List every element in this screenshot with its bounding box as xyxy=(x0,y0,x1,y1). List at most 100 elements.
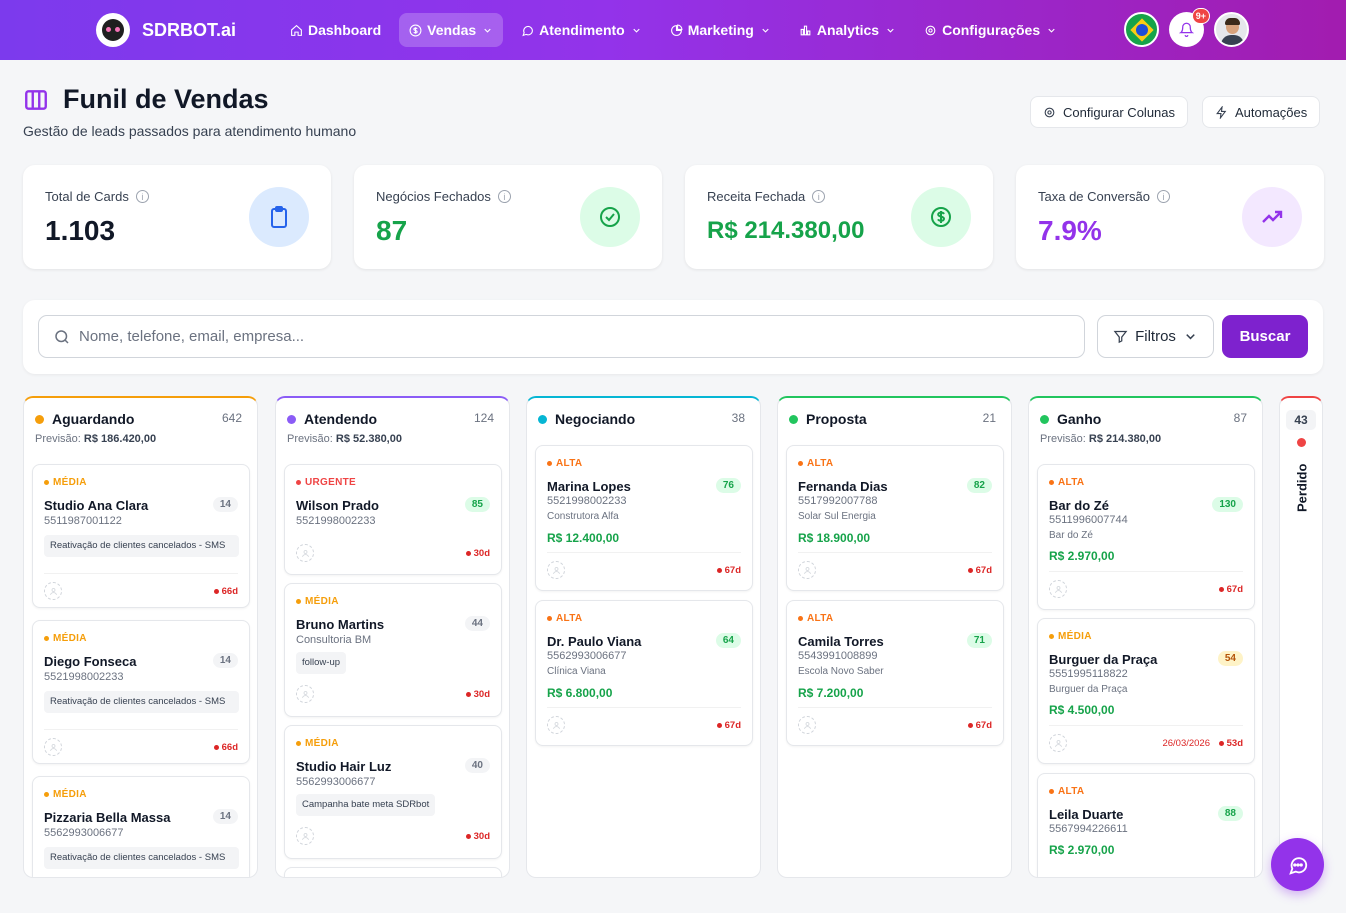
nav-configuracoes[interactable]: Configurações xyxy=(914,13,1067,47)
lead-card[interactable] xyxy=(284,867,502,877)
assign-user-icon[interactable] xyxy=(798,716,816,734)
priority-badge: ALTA xyxy=(1049,477,1084,488)
lead-phone: 5562993006677 xyxy=(296,776,376,788)
lead-card[interactable]: MÉDIA Burguer da Praça 5551995118822 Bur… xyxy=(1037,618,1255,764)
nav-dashboard[interactable]: Dashboard xyxy=(280,13,391,47)
column-count: 124 xyxy=(473,411,494,425)
assign-user-icon[interactable] xyxy=(44,582,62,600)
assign-user-icon[interactable] xyxy=(547,561,565,579)
assign-user-icon[interactable] xyxy=(798,561,816,579)
stat-card-total: Total de Cards i 1.103 xyxy=(23,165,331,269)
page-title: Funil de Vendas xyxy=(23,84,356,115)
brazil-flag-icon[interactable] xyxy=(1124,12,1159,47)
lead-card[interactable]: ALTA Dr. Paulo Viana 5562993006677 Clíni… xyxy=(535,600,753,746)
nav-atendimento[interactable]: Atendimento xyxy=(511,13,652,47)
lead-card[interactable]: ALTA Bar do Zé 5511996007744 Bar do Zé R… xyxy=(1037,464,1255,610)
info-icon[interactable]: i xyxy=(812,190,826,203)
lead-company: Burguer da Praça xyxy=(1049,684,1128,695)
column-header: Atendendo xyxy=(287,411,377,427)
info-icon[interactable]: i xyxy=(1157,190,1171,203)
forecast-label: Previsão: xyxy=(1040,433,1086,445)
lead-phone: 5521998002233 xyxy=(296,515,376,527)
assign-user-icon[interactable] xyxy=(547,716,565,734)
lead-card[interactable]: ALTA Camila Torres 5543991008899 Escola … xyxy=(786,600,1004,746)
lead-card[interactable]: MÉDIA Pizzaria Bella Massa 5562993006677… xyxy=(32,776,250,877)
status-dot xyxy=(1297,438,1306,447)
lead-card[interactable]: ALTA Fernanda Dias 5517992007788 Solar S… xyxy=(786,445,1004,591)
lead-phone: 5567994226611 xyxy=(1049,823,1128,835)
bell-icon xyxy=(1179,22,1194,37)
lead-phone: 5543991008899 xyxy=(798,650,878,662)
priority-badge: MÉDIA xyxy=(296,738,339,749)
column-forecast: Previsão: R$ 186.420,00 xyxy=(35,433,156,445)
search-button[interactable]: Buscar xyxy=(1222,315,1308,358)
main-nav: Dashboard Vendas Atendimento Marketing A… xyxy=(280,13,1075,47)
filters-button[interactable]: Filtros xyxy=(1097,315,1214,358)
nav-vendas[interactable]: Vendas xyxy=(399,13,504,47)
notification-badge: 9+ xyxy=(1191,8,1210,24)
priority-badge: ALTA xyxy=(547,458,582,469)
nav-marketing[interactable]: Marketing xyxy=(660,13,781,47)
age-text: 66d xyxy=(221,742,238,753)
lead-card[interactable]: ALTA Leila Duarte 5567994226611 R$ 2.970… xyxy=(1037,773,1255,877)
configure-columns-button[interactable]: Configurar Colunas xyxy=(1030,96,1189,128)
lead-phone: 5521998002233 xyxy=(547,495,627,507)
lead-score: 71 xyxy=(966,633,992,648)
priority-badge: ALTA xyxy=(798,458,833,469)
lead-score: 64 xyxy=(715,633,741,648)
column-count: 642 xyxy=(221,411,242,425)
divider xyxy=(798,707,992,708)
user-avatar[interactable] xyxy=(1214,12,1249,47)
kanban-column-proposta: Proposta 21 ALTA Fernanda Dias 551799200… xyxy=(777,396,1012,878)
search-field[interactable] xyxy=(38,315,1085,358)
lead-score: 88 xyxy=(1217,806,1243,821)
lead-card[interactable]: ALTA Marina Lopes 5521998002233 Construt… xyxy=(535,445,753,591)
priority-badge: MÉDIA xyxy=(296,596,339,607)
info-icon[interactable]: i xyxy=(135,190,149,203)
stat-value: R$ 214.380,00 xyxy=(707,217,865,244)
brand[interactable]: SDRBOT.ai xyxy=(96,13,236,47)
notifications-button[interactable]: 9+ xyxy=(1169,8,1210,47)
column-title: Perdido xyxy=(1294,463,1310,513)
deal-value: R$ 18.900,00 xyxy=(798,531,871,545)
assign-user-icon[interactable] xyxy=(44,738,62,756)
assign-user-icon[interactable] xyxy=(1049,580,1067,598)
priority-label: MÉDIA xyxy=(53,477,87,488)
kanban-column-perdido[interactable]: 43 Perdido xyxy=(1279,396,1323,878)
status-dot xyxy=(35,414,44,424)
lead-phone: 5551995118822 xyxy=(1049,668,1128,680)
lead-card[interactable]: MÉDIA Diego Fonseca 5521998002233 14 Rea… xyxy=(32,620,250,764)
assign-user-icon[interactable] xyxy=(296,827,314,845)
chat-icon xyxy=(522,25,534,36)
lead-card[interactable]: URGENTE Wilson Prado 5521998002233 85 30… xyxy=(284,464,502,575)
lead-score: 82 xyxy=(966,478,992,493)
lead-name: Fernanda Dias xyxy=(798,479,888,494)
assign-user-icon[interactable] xyxy=(1049,734,1067,752)
nav-analytics[interactable]: Analytics xyxy=(789,13,906,47)
priority-badge: ALTA xyxy=(1049,786,1084,797)
age-text: 30d xyxy=(473,831,490,842)
priority-badge: MÉDIA xyxy=(44,633,87,644)
forecast-label: Previsão: xyxy=(287,433,333,445)
status-dot xyxy=(287,414,296,424)
lead-phone: 5517992007788 xyxy=(798,495,878,507)
lead-card[interactable]: MÉDIA Studio Hair Luz 5562993006677 40 C… xyxy=(284,725,502,859)
assign-user-icon[interactable] xyxy=(296,685,314,703)
priority-badge: ALTA xyxy=(798,613,833,624)
chat-button[interactable] xyxy=(1271,838,1324,891)
age-text: 67d xyxy=(975,720,992,731)
lead-card[interactable]: MÉDIA Bruno Martins Consultoria BM 44 fo… xyxy=(284,583,502,717)
button-label: Automações xyxy=(1235,104,1308,120)
info-icon[interactable]: i xyxy=(497,190,511,203)
column-title: Negociando xyxy=(555,411,636,427)
kanban-column-aguardando: Aguardando 642 Previsão: R$ 186.420,00 M… xyxy=(23,396,258,878)
lead-score: 44 xyxy=(464,616,490,631)
search-panel: Filtros Buscar xyxy=(23,300,1323,374)
priority-badge: ALTA xyxy=(547,613,582,624)
lead-card[interactable]: MÉDIA Studio Ana Clara 5511987001122 14 … xyxy=(32,464,250,608)
column-header: Negociando xyxy=(538,411,635,427)
automations-button[interactable]: Automações xyxy=(1202,96,1321,128)
search-input[interactable] xyxy=(79,328,1039,345)
divider xyxy=(1049,571,1243,572)
assign-user-icon[interactable] xyxy=(296,544,314,562)
